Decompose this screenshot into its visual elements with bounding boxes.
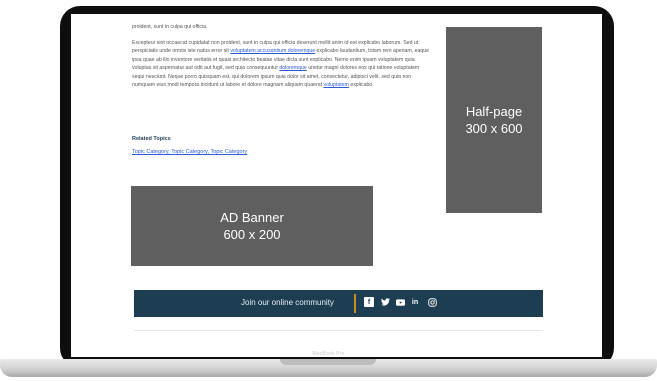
half-page-ad-title: Half-page — [465, 104, 523, 119]
article-paragraph: Excepteur sint occaecat cupidatat non pr… — [132, 39, 432, 89]
browser-screen: proident, sunt in culpa qui officia. Exc… — [71, 14, 602, 357]
half-page-ad-size: 300 x 600 — [465, 121, 523, 136]
article-line-top: proident, sunt in culpa qui officia. — [132, 24, 208, 30]
instagram-icon[interactable] — [427, 297, 437, 307]
paragraph-link-1[interactable]: voluptatem accusantium doloremque — [230, 48, 315, 54]
related-topics-title: Related Topics — [132, 136, 171, 142]
banner-ad-size: 600 x 200 — [223, 227, 281, 242]
community-bar: Join our online community f in — [134, 290, 543, 317]
linkedin-icon[interactable]: in — [410, 297, 420, 307]
half-page-ad[interactable]: Half-page 300 x 600 — [446, 27, 542, 213]
community-divider — [354, 294, 356, 313]
related-topic-links-text[interactable]: Topic Category, Topic Category, Topic Ca… — [132, 149, 247, 155]
laptop-base-notch — [280, 359, 376, 365]
youtube-icon[interactable] — [395, 297, 405, 307]
paragraph-text-d: explicabo. — [348, 82, 374, 89]
related-topics-links[interactable]: Topic Category, Topic Category, Topic Ca… — [132, 149, 247, 155]
banner-ad-title: AD Banner — [220, 210, 284, 225]
twitter-icon[interactable] — [380, 297, 390, 307]
paragraph-link-2[interactable]: doloremque — [279, 65, 306, 71]
device-label: MacBook Pro — [312, 351, 345, 357]
facebook-icon[interactable]: f — [364, 297, 374, 307]
community-text: Join our online community — [241, 298, 334, 307]
banner-ad[interactable]: AD Banner 600 x 200 — [131, 186, 373, 266]
paragraph-link-3[interactable]: voluptatem — [323, 82, 348, 88]
bottom-divider — [134, 330, 543, 331]
